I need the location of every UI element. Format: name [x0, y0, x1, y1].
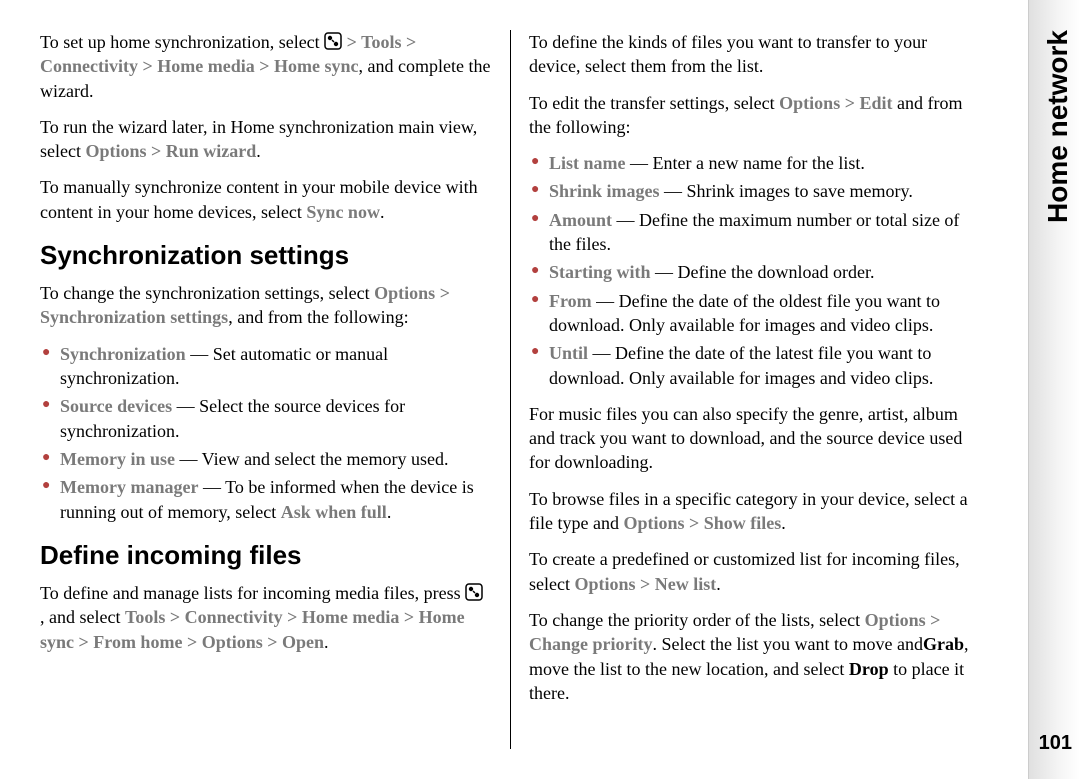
bullet-list: Synchronization — Set automatic or manua… — [40, 342, 492, 524]
list-item: Shrink images — Shrink images to save me… — [529, 179, 980, 203]
paragraph: To change the synchronization settings, … — [40, 281, 492, 330]
list-item: From — Define the date of the oldest fil… — [529, 289, 980, 338]
paragraph: To manually synchronize content in your … — [40, 175, 492, 224]
paragraph: For music files you can also specify the… — [529, 402, 980, 475]
paragraph: To run the wizard later, in Home synchro… — [40, 115, 492, 164]
paragraph: To edit the transfer settings, select Op… — [529, 91, 980, 140]
page-number: 101 — [1039, 732, 1072, 755]
page-content: To set up home synchronization, select >… — [0, 0, 1020, 779]
list-item: Source devices — Select the source devic… — [40, 394, 492, 443]
column-left: To set up home synchronization, select >… — [40, 30, 510, 749]
bullet-list: List name — Enter a new name for the lis… — [529, 151, 980, 390]
paragraph: To browse files in a specific category i… — [529, 487, 980, 536]
heading-define-incoming: Define incoming files — [40, 538, 492, 573]
list-item: Memory manager — To be informed when the… — [40, 475, 492, 524]
list-item: Amount — Define the maximum number or to… — [529, 208, 980, 257]
paragraph: To define and manage lists for incoming … — [40, 581, 492, 654]
menu-key-icon — [324, 32, 342, 50]
list-item: List name — Enter a new name for the lis… — [529, 151, 980, 175]
section-title: Home network — [1042, 30, 1074, 223]
paragraph: To change the priority order of the list… — [529, 608, 980, 705]
paragraph: To create a predefined or customized lis… — [529, 547, 980, 596]
side-tab: Home network 101 — [1028, 0, 1080, 779]
list-item: Memory in use — View and select the memo… — [40, 447, 492, 471]
list-item: Until — Define the date of the latest fi… — [529, 341, 980, 390]
column-right: To define the kinds of files you want to… — [510, 30, 980, 749]
heading-sync-settings: Synchronization settings — [40, 238, 492, 273]
list-item: Synchronization — Set automatic or manua… — [40, 342, 492, 391]
paragraph: To define the kinds of files you want to… — [529, 30, 980, 79]
list-item: Starting with — Define the download orde… — [529, 260, 980, 284]
paragraph: To set up home synchronization, select >… — [40, 30, 492, 103]
menu-key-icon — [465, 583, 483, 601]
